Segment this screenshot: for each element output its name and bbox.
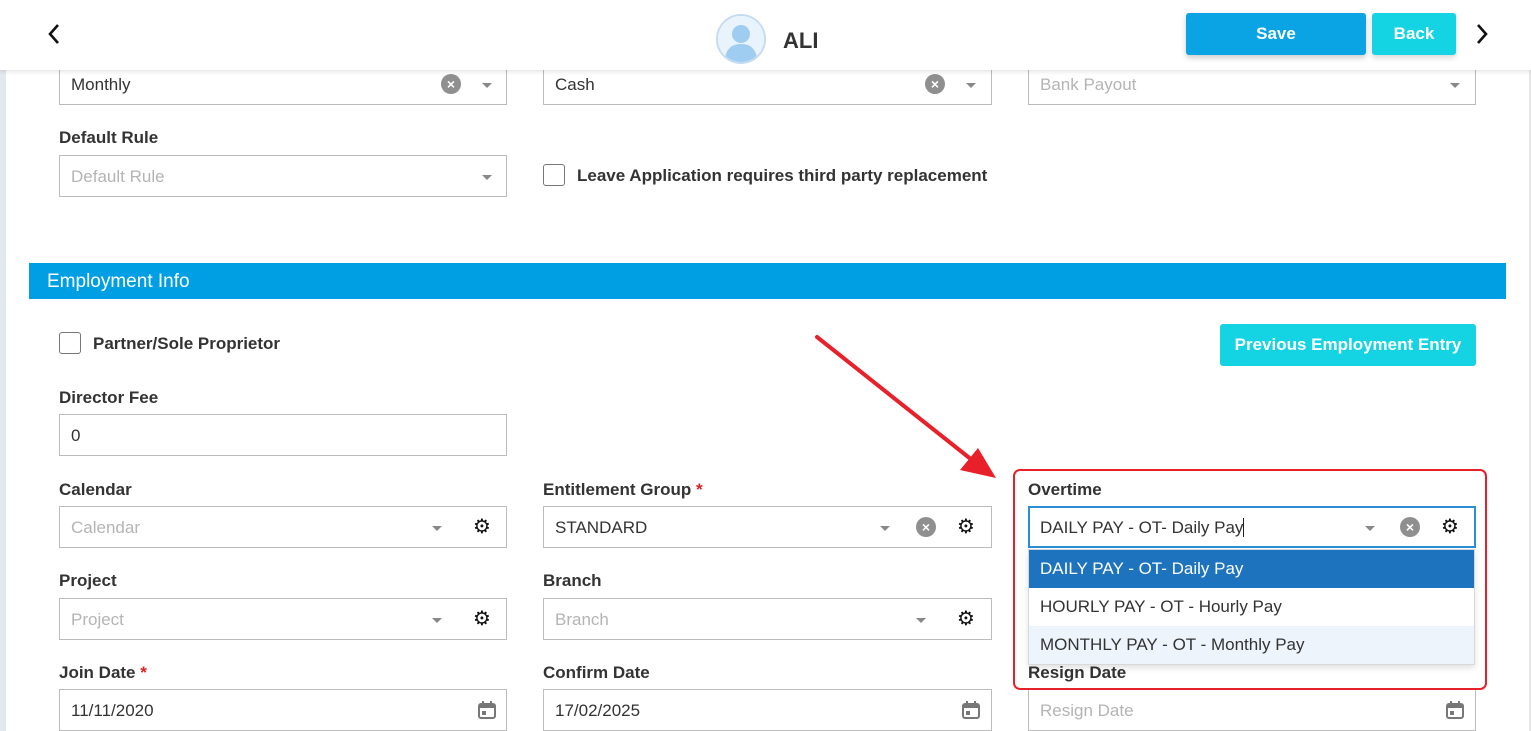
clear-icon[interactable]: × [441,74,461,94]
avatar [716,14,766,64]
save-button[interactable]: Save [1186,13,1366,55]
overtime-option[interactable]: MONTHLY PAY - OT - Monthly Pay [1029,626,1474,664]
gear-icon[interactable]: ⚙ [471,515,493,539]
gear-icon[interactable]: ⚙ [955,515,977,539]
bank-payout-placeholder: Bank Payout [1040,75,1137,94]
overtime-select[interactable]: DAILY PAY - OT- Daily Pay × ⚙ [1028,506,1476,548]
profile-name: ALI [783,28,819,53]
confirm-date-value: 17/02/2025 [555,701,641,720]
required-marker: * [140,663,147,682]
director-fee-label: Director Fee [59,388,159,407]
calendar-icon[interactable] [478,701,496,719]
project-placeholder: Project [71,610,124,629]
leave-replacement-checkbox[interactable] [543,164,565,186]
project-label: Project [59,571,117,590]
resign-date-input[interactable]: Resign Date [1028,689,1476,731]
chevron-down-icon[interactable] [432,526,442,531]
partner-checkbox[interactable] [59,332,81,354]
profile-header: ALI Save Back [0,0,1531,70]
calendar-label: Calendar [59,480,132,499]
director-fee-value: 0 [71,426,81,445]
overtime-label: Overtime [1028,480,1102,499]
clear-icon[interactable]: × [916,517,936,537]
back-button[interactable]: Back [1372,13,1456,55]
calendar-select[interactable]: Calendar ⚙ [59,506,507,548]
calendar-placeholder: Calendar [71,518,140,537]
chevron-left-icon [48,24,59,44]
director-fee-input[interactable]: 0 [59,414,507,456]
chevron-right-icon [1477,24,1488,44]
clear-icon[interactable]: × [1400,517,1420,537]
text-cursor [1243,518,1245,537]
chevron-down-icon[interactable] [1365,526,1375,531]
join-date-label: Join Date * [59,663,147,682]
required-marker: * [696,480,703,499]
entitlement-group-select[interactable]: STANDARD × ⚙ [543,506,992,548]
chevron-down-icon[interactable] [916,618,926,623]
user-silhouette-icon [718,16,764,62]
resign-date-label: Resign Date [1028,663,1127,682]
section-title: Employment Info [47,271,190,292]
previous-employment-entry-button[interactable]: Previous Employment Entry [1220,324,1476,366]
left-rail [0,0,6,731]
employment-info-header: Employment Info [29,263,1506,299]
join-date-input[interactable]: 11/11/2020 [59,689,507,731]
overtime-option[interactable]: HOURLY PAY - OT - Hourly Pay [1029,588,1474,626]
default-rule-label: Default Rule [59,128,159,147]
branch-select[interactable]: Branch ⚙ [543,598,992,640]
chevron-down-icon[interactable] [432,618,442,623]
partner-label: Partner/Sole Proprietor [93,334,281,353]
leave-replacement-label: Leave Application requires third party r… [577,166,988,185]
calendar-icon[interactable] [1446,701,1464,719]
default-rule-select[interactable]: Default Rule [59,155,507,197]
chevron-down-icon[interactable] [1450,83,1460,88]
entitlement-group-value: STANDARD [555,518,648,537]
entitlement-group-label: Entitlement Group * [543,480,703,499]
overtime-dropdown-list: DAILY PAY - OT- Daily Pay HOURLY PAY - O… [1028,549,1475,665]
project-select[interactable]: Project ⚙ [59,598,507,640]
chevron-down-icon[interactable] [482,175,492,180]
confirm-date-input[interactable]: 17/02/2025 [543,689,992,731]
overtime-option[interactable]: DAILY PAY - OT- Daily Pay [1029,550,1474,588]
confirm-date-label: Confirm Date [543,663,650,682]
branch-label: Branch [543,571,602,590]
payment-method-value: Cash [555,75,595,94]
default-rule-placeholder: Default Rule [71,167,165,186]
resign-date-placeholder: Resign Date [1040,701,1134,720]
gear-icon[interactable]: ⚙ [955,607,977,631]
gear-icon[interactable]: ⚙ [1439,515,1461,539]
annotation-arrow-icon [815,335,996,478]
gear-icon[interactable]: ⚙ [471,607,493,631]
join-date-value: 11/11/2020 [71,701,154,720]
calendar-icon[interactable] [962,701,980,719]
branch-placeholder: Branch [555,610,609,629]
next-record-button[interactable] [1469,20,1495,48]
clear-icon[interactable]: × [925,74,945,94]
chevron-down-icon[interactable] [966,83,976,88]
previous-record-button[interactable] [41,20,67,48]
chevron-down-icon[interactable] [880,526,890,531]
overtime-value: DAILY PAY - OT- Daily Pay [1040,518,1245,537]
chevron-down-icon[interactable] [482,83,492,88]
pay-frequency-value: Monthly [71,75,131,94]
